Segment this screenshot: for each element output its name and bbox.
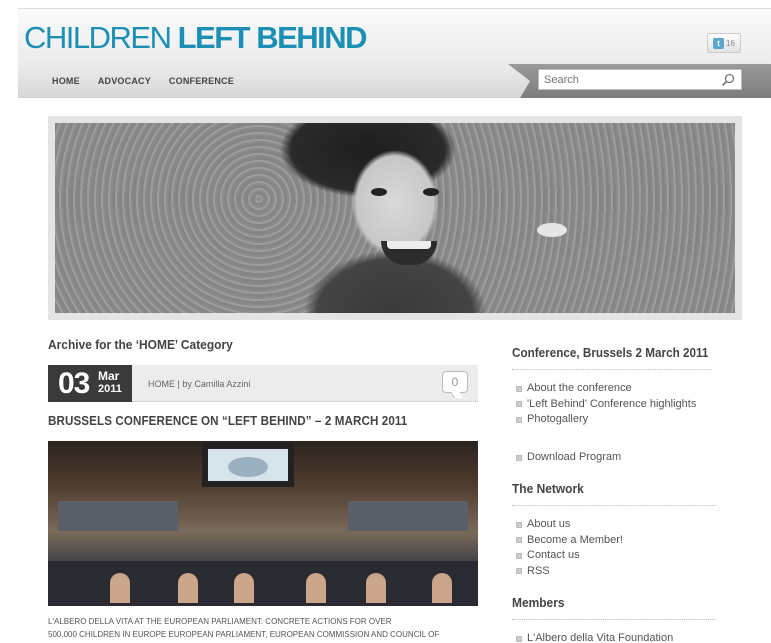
bullet-icon xyxy=(516,635,522,642)
post-excerpt: L'ALBERO DELLA VITA AT THE EUROPEAN PARL… xyxy=(48,617,440,639)
sidebar-item-conference-highlights[interactable]: 'Left Behind' Conference highlights xyxy=(516,397,696,413)
banner-photo-smiling-child xyxy=(55,123,735,313)
nav-item-home[interactable]: HOME xyxy=(52,76,80,86)
search-box xyxy=(538,69,742,90)
nav-item-advocacy[interactable]: ADVOCACY xyxy=(98,76,151,86)
sidebar-item-photogallery[interactable]: Photogallery xyxy=(516,412,696,428)
twitter-button[interactable]: t 16 xyxy=(707,33,741,53)
search-icon[interactable] xyxy=(721,73,735,87)
header-banner xyxy=(48,116,742,320)
bullet-icon xyxy=(516,521,522,528)
bullet-icon xyxy=(516,454,522,461)
members-links: L'Albero della Vita Foundation xyxy=(516,631,673,643)
nav-item-conference[interactable]: CONFERENCE xyxy=(169,76,234,86)
sidebar-item-rss[interactable]: RSS xyxy=(516,564,623,580)
site-logo[interactable]: CHILDREN LEFT BEHIND xyxy=(24,21,368,55)
sidebar-heading-conference: Conference, Brussels 2 March 2011 xyxy=(512,345,712,370)
bullet-icon xyxy=(516,401,522,408)
sidebar-item-contact-us[interactable]: Contact us xyxy=(516,548,623,564)
archive-title: Archive for the ‘HOME’ Category xyxy=(48,337,233,352)
sidebar-item-become-member[interactable]: Become a Member! xyxy=(516,533,623,549)
sidebar-item-download-program[interactable]: Download Program xyxy=(516,450,621,466)
post-title[interactable]: BRUSSELS CONFERENCE ON “LEFT BEHIND” – 2… xyxy=(48,414,407,428)
post-meta[interactable]: HOME | by Camilla Azzini xyxy=(148,379,250,389)
twitter-icon: t xyxy=(713,37,725,49)
post-date: 03 Mar 2011 xyxy=(48,365,132,402)
conference-links: About the conference 'Left Behind' Confe… xyxy=(516,381,696,428)
post-meta-bar: 03 Mar 2011 HOME | by Camilla Azzini 0 xyxy=(48,365,478,402)
twitter-count: 16 xyxy=(726,38,735,48)
sidebar-heading-network: The Network xyxy=(512,481,717,506)
download-links: Download Program xyxy=(516,450,621,466)
post-month: Mar xyxy=(98,369,120,383)
sidebar-heading-members: Members xyxy=(512,595,717,620)
sidebar-item-about-conference[interactable]: About the conference xyxy=(516,381,696,397)
sidebar-item-about-us[interactable]: About us xyxy=(516,517,623,533)
network-links: About us Become a Member! Contact us RSS xyxy=(516,517,623,579)
sidebar-item-albero-della-vita[interactable]: L'Albero della Vita Foundation xyxy=(516,631,673,643)
post-photo-conference-panel[interactable] xyxy=(48,441,478,606)
bullet-icon xyxy=(516,385,522,392)
bullet-icon xyxy=(516,568,522,575)
bullet-icon xyxy=(516,552,522,559)
post-year: 2011 xyxy=(98,383,122,395)
site-header: CHILDREN LEFT BEHIND t 16 xyxy=(18,8,771,64)
comment-count-bubble[interactable]: 0 xyxy=(442,371,468,393)
search-input[interactable] xyxy=(539,73,709,86)
post-day: 03 xyxy=(58,367,90,400)
bullet-icon xyxy=(516,416,522,423)
bullet-icon xyxy=(516,537,522,544)
